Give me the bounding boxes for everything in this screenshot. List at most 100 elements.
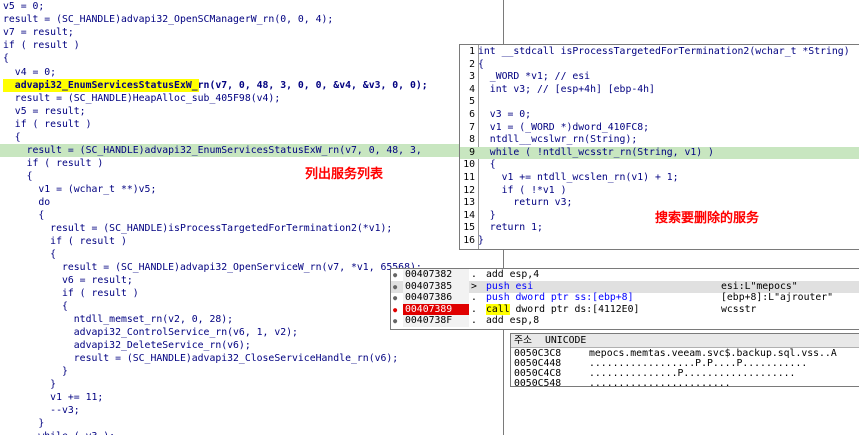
code-text: v1 += ntdll_wcslen_rn(v1) + 1; (478, 172, 679, 183)
disasm-address[interactable]: 0040738F (403, 315, 469, 328)
code-text: ntdll__wcslwr_rn(String); (478, 134, 638, 146)
main-code-line[interactable]: if ( result ) (3, 39, 80, 52)
memory-dump-panel[interactable]: 주소 UNICODE 0050C3C8 mepocs.memtas.veeam.s… (510, 333, 859, 387)
main-code-line[interactable]: } (3, 417, 44, 430)
main-code-line[interactable]: { (3, 131, 21, 144)
main-code-line[interactable]: { (3, 248, 56, 261)
code-text: int v3; // [esp+4h] [ebp-4h] (478, 83, 655, 95)
disasm-address[interactable]: 00407382 (403, 269, 469, 281)
disasm-mnemonic: push (486, 280, 510, 292)
line-number: 13 (463, 197, 475, 209)
disasm-jump-marker: . (471, 303, 477, 315)
code-text: } (478, 209, 496, 221)
disasm-address[interactable]: 00407389 (403, 303, 469, 316)
disasm-address[interactable]: 00407386 (403, 292, 469, 305)
main-pseudocode-panel[interactable]: v5 = 0; result = (SC_HANDLE)advapi32_Open… (0, 0, 504, 435)
disassembly-panel[interactable]: ● 00407382. add esp,4 ● 00407385 > push esi esi… (390, 268, 859, 330)
disasm-instruction: push esi (486, 281, 533, 293)
dump-header-address: 주소 (514, 335, 533, 346)
main-code-line[interactable]: if ( result ) (3, 287, 139, 300)
main-code-line[interactable]: if ( result ) (3, 118, 92, 131)
main-code-line[interactable]: result = (SC_HANDLE)HeapAlloc_sub_405F98… (3, 92, 280, 105)
code-text: v3 = 0; (478, 109, 532, 120)
disasm-row[interactable]: ● 00407386. push dword ptr ss:[ebp+8] [ebp+… (391, 292, 859, 305)
main-code-line[interactable]: --v3; (3, 404, 80, 417)
disasm-mnemonic: add (486, 269, 504, 280)
row-marker-icon[interactable]: ● (393, 269, 403, 281)
main-code-line[interactable]: { (3, 52, 9, 65)
code-text: } (478, 235, 484, 246)
line-number: 15 (463, 222, 475, 234)
main-code-line[interactable]: v4 = 0; (3, 66, 56, 79)
side-code-line[interactable]: 2{ (460, 59, 859, 72)
main-code-line[interactable]: } (3, 365, 68, 378)
line-number: 1 (469, 46, 475, 57)
main-code-line[interactable]: result = (SC_HANDLE)advapi32_EnumService… (0, 144, 503, 157)
disasm-comment: wcsstr (721, 303, 757, 315)
dump-unicode-text: ........................ (589, 378, 731, 387)
disasm-jump-marker: . (471, 292, 477, 304)
main-code-line[interactable]: v1 = (wchar_t **)v5; (3, 183, 156, 196)
main-code-line[interactable]: v6 = result; (3, 274, 133, 287)
disasm-row[interactable]: ● 00407389. call dword ptr ds:[4112E0] wcss… (391, 303, 859, 316)
main-code-line[interactable]: do (3, 196, 50, 209)
line-number: 2 (469, 58, 475, 70)
side-code-line[interactable]: 7 v1 = (_WORD *)dword_410FC8; (460, 122, 859, 135)
main-code-line[interactable]: advapi32_EnumServicesStatusExW_rn(v7, 0,… (3, 79, 428, 92)
line-number: 12 (463, 184, 475, 196)
code-text: return 1; (478, 222, 543, 234)
disasm-jump-marker: . (471, 269, 477, 280)
row-marker-icon[interactable]: ● (393, 281, 403, 293)
disasm-row[interactable]: ● 00407385 > push esi esi:L"mepocs" (391, 280, 859, 293)
code-text: _WORD *v1; // esi (478, 71, 591, 83)
main-code-line[interactable]: advapi32_ControlService_rn(v6, 1, v2); (3, 326, 298, 339)
main-code-line[interactable]: if ( result ) (3, 157, 104, 170)
side-code-line[interactable]: 16} (460, 235, 859, 248)
disasm-operands: dword ptr ss:[ebp+8] (515, 292, 634, 304)
side-code-line[interactable]: 8 ntdll__wcslwr_rn(String); (460, 134, 859, 147)
line-number: 9 (469, 146, 475, 158)
side-code-line[interactable]: 3 _WORD *v1; // esi (460, 71, 859, 84)
disasm-row[interactable]: ● 0040738F. add esp,8 (391, 315, 859, 328)
breakpoint-icon[interactable]: ● (393, 304, 403, 316)
main-code-line[interactable]: v5 = 0; (3, 0, 44, 13)
side-code-line[interactable]: 10 { (460, 159, 859, 172)
main-code-line[interactable]: } (3, 378, 56, 391)
disasm-mnemonic: add (486, 315, 504, 327)
side-code-line[interactable]: 11 v1 += ntdll_wcslen_rn(v1) + 1; (460, 172, 859, 185)
code-text: int __stdcall isProcessTargetedForTermin… (478, 46, 850, 57)
main-code-line[interactable]: v5 = result; (3, 105, 86, 118)
main-code-line[interactable]: v7 = result; (3, 26, 74, 39)
disasm-row[interactable]: ● 00407382. add esp,4 (391, 269, 859, 281)
main-code-line[interactable]: { (3, 300, 68, 313)
main-code-line[interactable]: result = (SC_HANDLE)isProcessTargetedFor… (3, 222, 392, 235)
main-code-line[interactable]: if ( result ) (3, 235, 127, 248)
main-code-line[interactable]: { (3, 170, 33, 183)
side-code-line[interactable]: 1 int __stdcall isProcessTargetedForTermi… (460, 46, 859, 59)
side-code-line[interactable]: 9 while ( !ntdll_wcsstr_rn(String, v1) ) (460, 146, 859, 160)
main-code-line[interactable]: while ( v3 ); (3, 430, 115, 435)
line-number: 16 (463, 235, 475, 246)
disasm-address[interactable]: 00407385 (403, 280, 469, 293)
main-code-line[interactable]: { (3, 209, 44, 222)
dump-header-unicode: UNICODE (545, 335, 587, 346)
side-code-line[interactable]: 5 (460, 96, 859, 109)
main-code-line[interactable]: result = (SC_HANDLE)advapi32_OpenSCManag… (3, 13, 333, 26)
main-code-line[interactable]: result = (SC_HANDLE)advapi32_OpenService… (3, 261, 422, 274)
line-number: 7 (469, 121, 475, 133)
main-code-line[interactable]: result = (SC_HANDLE)advapi32_CloseServic… (3, 352, 398, 365)
main-code-line[interactable]: v1 += 11; (3, 391, 103, 404)
row-marker-icon[interactable]: ● (393, 315, 403, 327)
main-code-line[interactable]: advapi32_DeleteService_rn(v6); (3, 339, 251, 352)
line-number: 4 (469, 83, 475, 95)
annotation-search-delete-services: 搜索要删除的服务 (655, 211, 760, 226)
disasm-instruction: push dword ptr ss:[ebp+8] (486, 292, 633, 304)
side-code-line[interactable]: 6 v3 = 0; (460, 109, 859, 122)
row-marker-icon[interactable]: ● (393, 292, 403, 304)
code-text: return v3; (478, 197, 573, 209)
disasm-operands: esp,8 (509, 315, 540, 327)
side-code-line[interactable]: 4 int v3; // [esp+4h] [ebp-4h] (460, 84, 859, 97)
main-code-line[interactable]: ntdll_memset_rn(v2, 0, 28); (3, 313, 233, 326)
side-code-line[interactable]: 12 if ( !*v1 ) (460, 185, 859, 198)
code-text: { (478, 159, 496, 171)
